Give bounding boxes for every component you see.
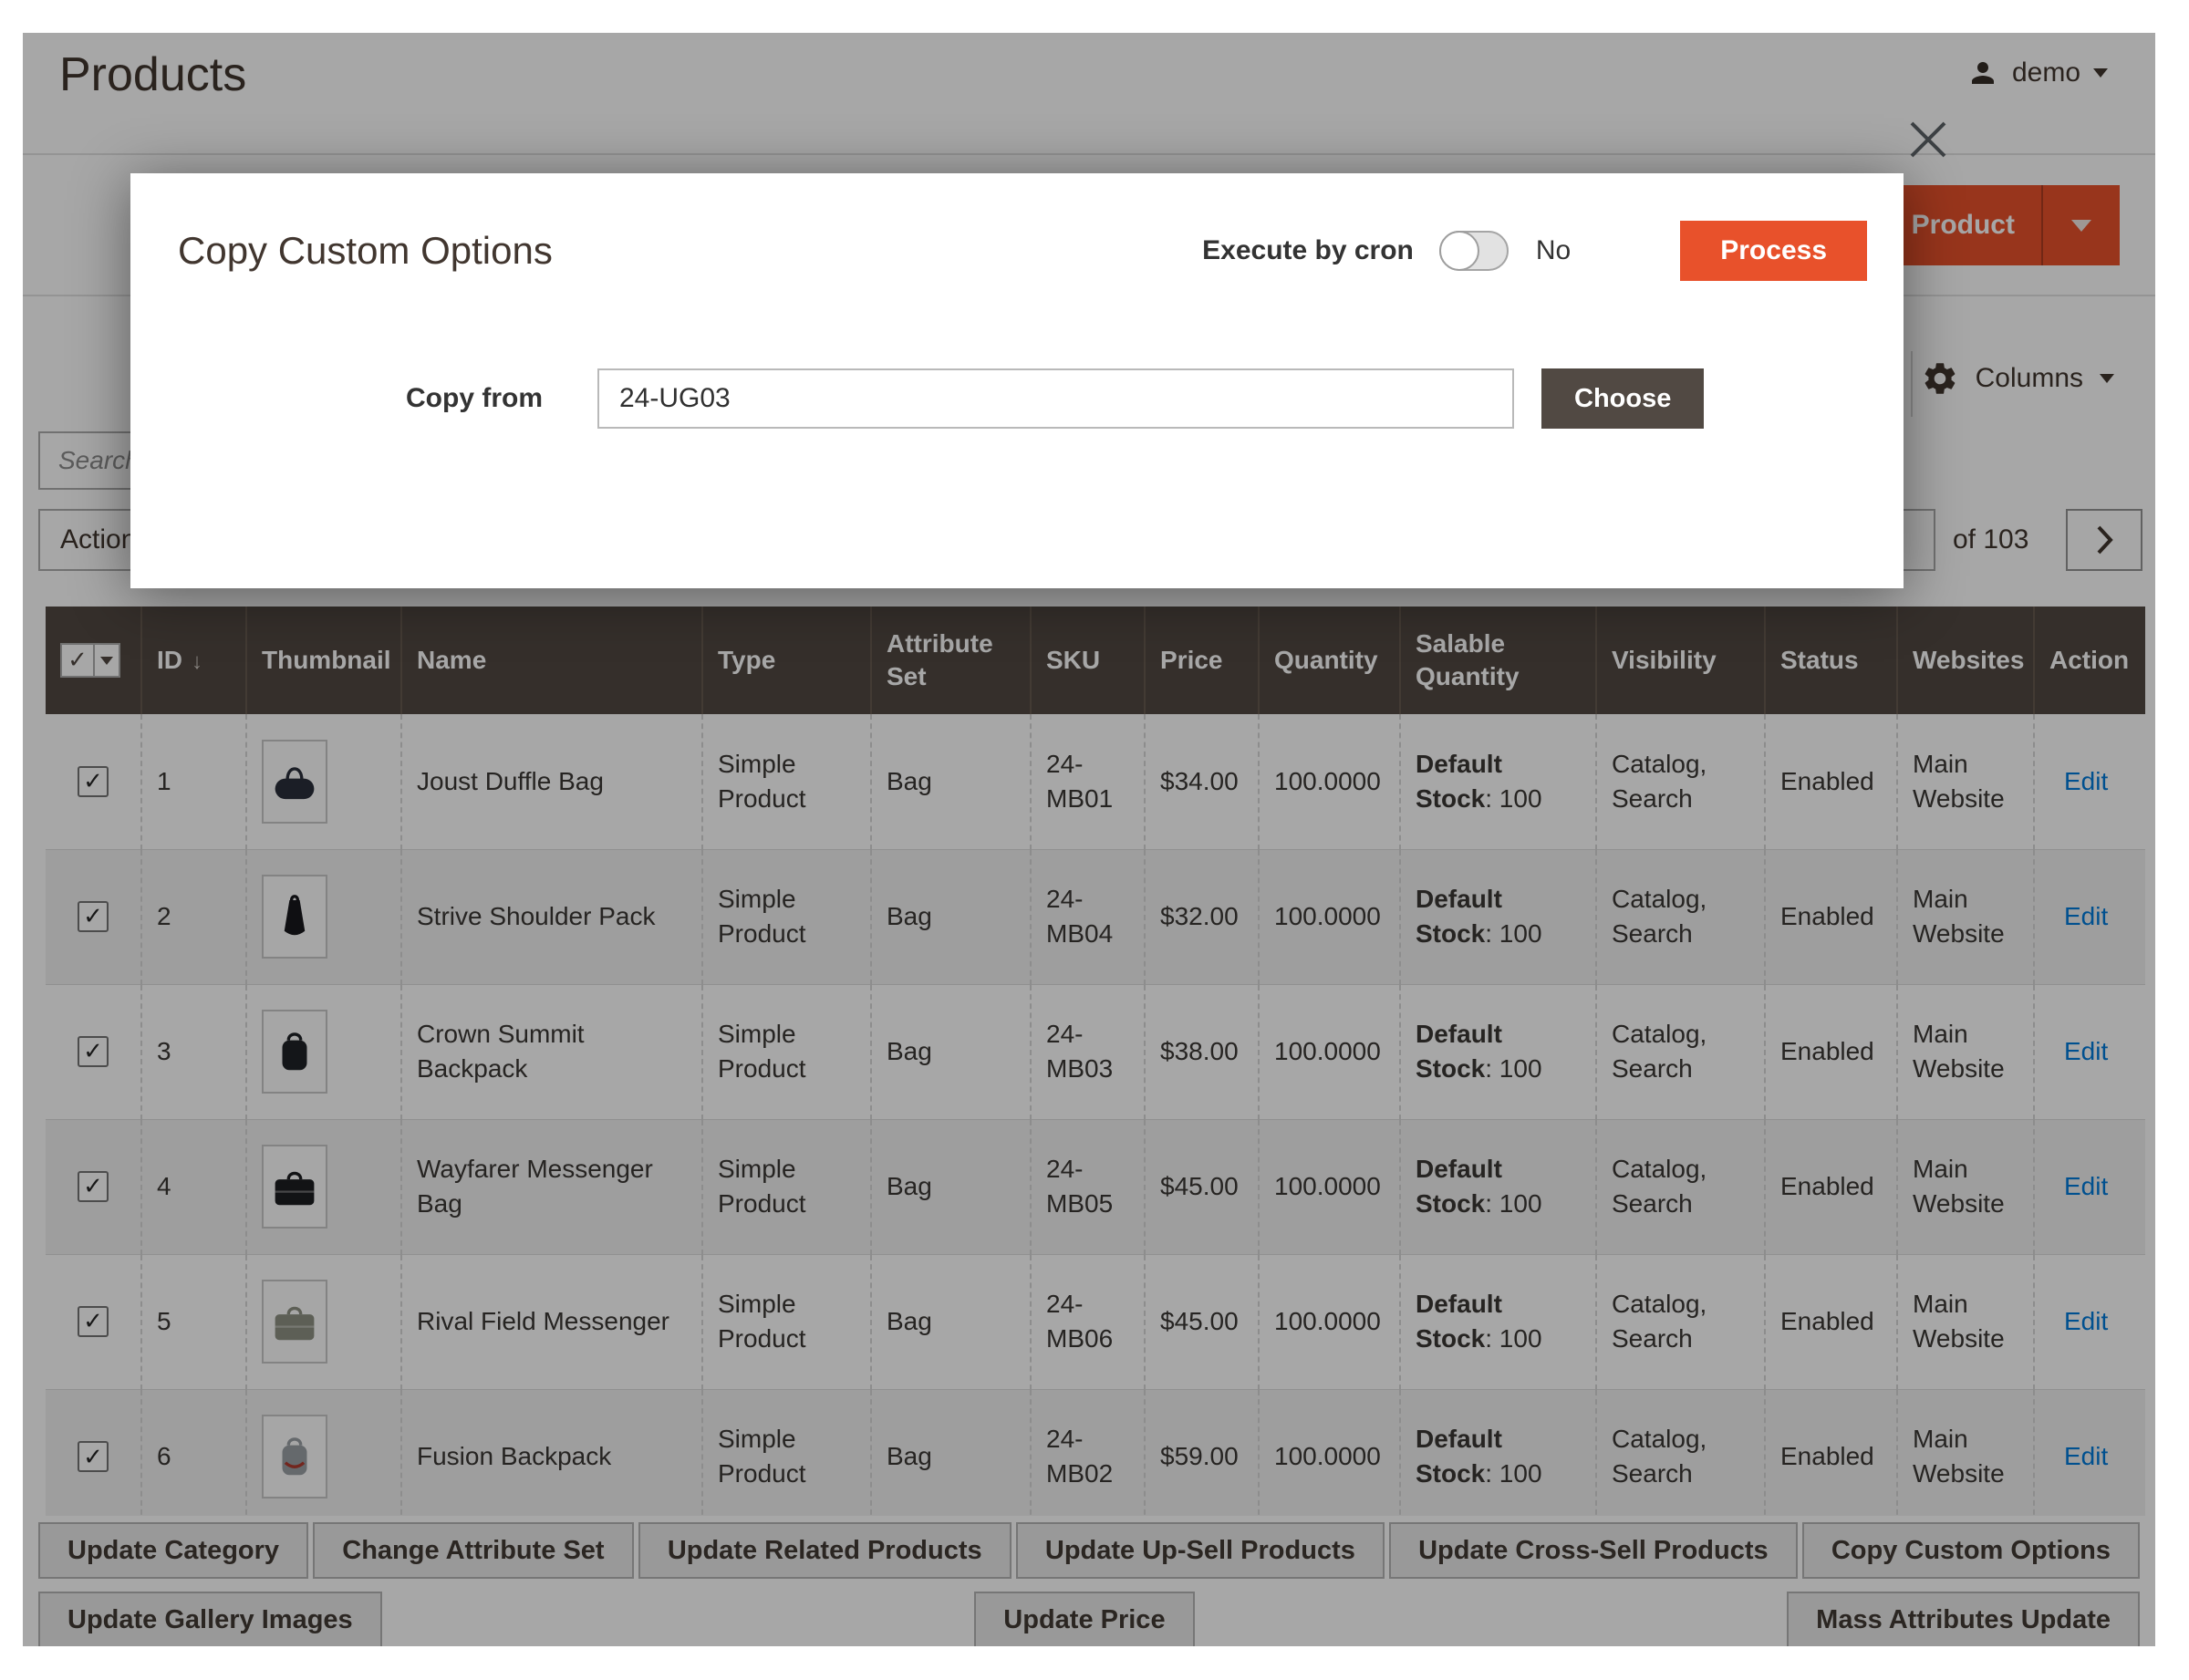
- copy-from-input[interactable]: [597, 368, 1514, 429]
- copy-from-label: Copy from: [178, 383, 543, 414]
- modal-header: Copy Custom Options Execute by cron No P…: [130, 173, 1904, 281]
- cron-toggle[interactable]: [1439, 231, 1509, 271]
- modal-title: Copy Custom Options: [178, 229, 553, 273]
- cron-toggle-value: No: [1536, 235, 1571, 266]
- process-button[interactable]: Process: [1680, 221, 1867, 281]
- execute-by-cron-label: Execute by cron: [1202, 235, 1414, 266]
- choose-button[interactable]: Choose: [1541, 368, 1704, 429]
- modal-form: Copy from Choose: [130, 368, 1904, 429]
- toggle-knob: [1439, 231, 1479, 271]
- copy-custom-options-modal: Copy Custom Options Execute by cron No P…: [130, 173, 1904, 588]
- close-icon[interactable]: [1907, 119, 1949, 161]
- modal-controls: Execute by cron No Process: [1202, 221, 1867, 281]
